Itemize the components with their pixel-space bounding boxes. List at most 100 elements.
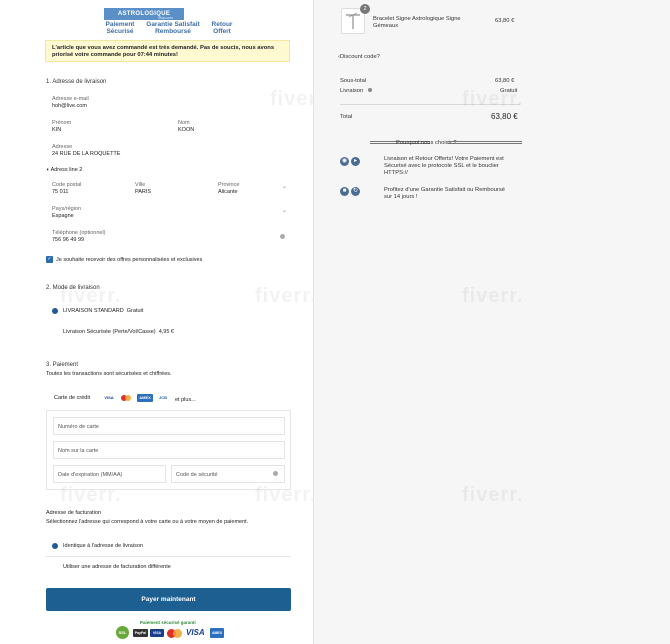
firstname-field[interactable]: KIN <box>52 127 61 133</box>
province-label: Province <box>218 182 240 188</box>
firstname-label: Prénom <box>52 120 72 126</box>
paypal-icon: PayPal <box>133 629 148 637</box>
total-value: 63,80 € <box>491 112 518 121</box>
info-icon[interactable] <box>367 88 372 92</box>
badge-line: Retour <box>211 21 233 28</box>
section-title-payment: 3. Paiement <box>46 362 79 368</box>
logo-subtext: shop.com <box>158 16 174 20</box>
pay-now-button[interactable]: Payer maintenant <box>46 588 291 611</box>
why-item-shipping: Livraison et Retour Offerts! Votre Paiem… <box>384 156 504 176</box>
badge-line: Offert <box>213 28 231 35</box>
amex-large-icon: AMEX <box>210 628 224 638</box>
divider <box>448 141 522 144</box>
watermark: fiverr. <box>255 484 317 506</box>
discount-code-text: Discount code? <box>339 54 380 60</box>
why-item-guarantee: Profitez d'une Garantie Satisfait ou Rem… <box>384 187 505 200</box>
cvc-input[interactable]: Code de sécurité <box>171 465 285 483</box>
visa-small-icon: VISA <box>150 629 164 637</box>
delivery-standard-price: Gratuit <box>126 308 144 314</box>
watermark: fiverr. <box>60 285 122 307</box>
card-name-input[interactable]: Nom sur la carte <box>53 441 285 459</box>
cvc-help-icon[interactable] <box>273 471 278 476</box>
city-label: Ville <box>135 182 146 188</box>
lastname-field[interactable]: KOON <box>178 127 194 133</box>
email-label: Adresse e-mail <box>52 96 89 102</box>
address-label: Adresse <box>52 144 73 150</box>
chevron-down-icon[interactable]: ⌄ <box>282 207 287 214</box>
chevron-down-icon[interactable]: ⌄ <box>282 183 287 190</box>
watermark: fiverr. <box>462 88 524 110</box>
delivery-secure-option[interactable]: Livraison Sécurisée (Perte/Vol/Casse) 4,… <box>63 329 174 335</box>
shipping-label: Livraison <box>340 88 372 95</box>
postal-label: Code postal <box>52 182 82 188</box>
address2-field[interactable]: ◖ Adress line 2 <box>46 167 82 173</box>
newsletter-label: Je souhaite recevoir des offres personna… <box>56 257 203 263</box>
badge-guarantee: Garantie Satisfait Remboursé <box>143 21 203 35</box>
more-cards-label: et plus... <box>175 397 196 403</box>
visa-icon: VISA <box>104 395 114 400</box>
badge-line: Sécurisé <box>106 28 134 35</box>
badge-secure-payment: Paiement Sécurisé <box>100 21 140 35</box>
country-label: Pays/région <box>52 206 82 212</box>
checkout-form-column: ASTROLOGIQUE shop.com Paiement Sécurisé … <box>0 0 330 644</box>
address-field[interactable]: 24 RUE DE LA ROQUETTE <box>52 151 120 157</box>
section-title-shipping: 1. Adresse de livraison <box>46 79 107 85</box>
billing-same-radio[interactable] <box>52 543 58 549</box>
watermark: fiverr. <box>60 484 122 506</box>
phone-field[interactable]: 756 96 49 99 <box>52 237 84 243</box>
postal-field[interactable]: 75 011 <box>52 189 68 195</box>
billing-subtitle: Sélectionnez l'adresse qui correspond à … <box>46 519 249 525</box>
mastercard-large-icon <box>167 628 183 638</box>
delivery-secure-text: Livraison Sécurisée (Perte/Vol/Casse) <box>63 329 156 335</box>
delivery-standard-radio[interactable] <box>52 308 58 314</box>
product-price: 63,80 € <box>495 18 515 24</box>
watermark: fiverr. <box>255 285 317 307</box>
email-field[interactable]: hoh@live.com <box>52 103 87 109</box>
delivery-standard-label[interactable]: LIVRAISON STANDARD Gratuit <box>63 308 143 314</box>
newsletter-checkbox[interactable]: ✓ <box>46 256 53 263</box>
expiry-input[interactable]: Date d'expiration (MM/AA) <box>53 465 166 483</box>
city-field[interactable]: PARIS <box>135 189 151 195</box>
globe-icon: ◉ <box>340 157 349 166</box>
ssl-badge-icon: SSL <box>116 626 129 639</box>
amex-icon: AMEX <box>137 394 153 402</box>
subtotal-value: 63,80 € <box>495 78 515 84</box>
visa-large-icon: VISA <box>186 628 205 637</box>
total-label: Total <box>340 114 353 120</box>
province-select[interactable]: Alicante <box>218 189 238 195</box>
discount-code-link[interactable]: ‹Discount code? <box>338 54 380 61</box>
subtotal-label: Sous-total <box>340 78 367 84</box>
address2-label: Adress line 2 <box>50 167 83 173</box>
payment-subtitle: Toutes les transactions sont sécurisées … <box>46 371 172 377</box>
truck-icon: ▸ <box>351 157 360 166</box>
badge-free-return: Retour Offert <box>207 21 237 35</box>
watermark: fiverr. <box>462 285 524 307</box>
phone-label: Téléphone (optionnel) <box>52 230 106 236</box>
badge-line: Remboursé <box>155 28 191 35</box>
badge-line: Paiement <box>105 21 135 28</box>
refresh-icon: ↻ <box>351 187 360 196</box>
shipping-label-text: Livraison <box>340 88 364 94</box>
delivery-standard-text: LIVRAISON STANDARD <box>63 308 124 314</box>
badge-line: Garantie Satisfait <box>146 21 200 28</box>
product-name: Bracelet Signe Astrologique Signe Gémeau… <box>373 16 461 29</box>
card-number-input[interactable]: Numéro de carte <box>53 417 285 435</box>
mastercard-icon <box>121 394 133 402</box>
watermark: fiverr. <box>462 484 524 506</box>
divider <box>46 556 291 557</box>
billing-same-label[interactable]: Identique à l'adresse de livraison <box>63 543 143 549</box>
address2-marker-icon: ◖ <box>46 167 50 173</box>
jcb-icon: JCB <box>158 395 167 400</box>
quantity-badge: 2 <box>360 4 370 14</box>
lastname-label: Nom <box>178 120 190 126</box>
delivery-secure-price: 4,95 € <box>158 329 174 335</box>
billing-different-label[interactable]: Utiliser une adresse de facturation diff… <box>63 564 171 570</box>
billing-title: Adresse de facturation <box>46 510 102 516</box>
lock-icon: ■ <box>340 187 349 196</box>
order-summary-column: 2 Bracelet Signe Astrologique Signe Géme… <box>313 0 670 644</box>
credit-card-label[interactable]: Carte de crédit <box>54 395 90 401</box>
secure-payment-text: Paiement sécurisé garanti <box>140 620 196 625</box>
country-select[interactable]: Espagne <box>52 213 74 219</box>
help-icon[interactable] <box>280 234 285 239</box>
urgency-banner: L'article que vous avez commandé est trè… <box>45 40 290 62</box>
